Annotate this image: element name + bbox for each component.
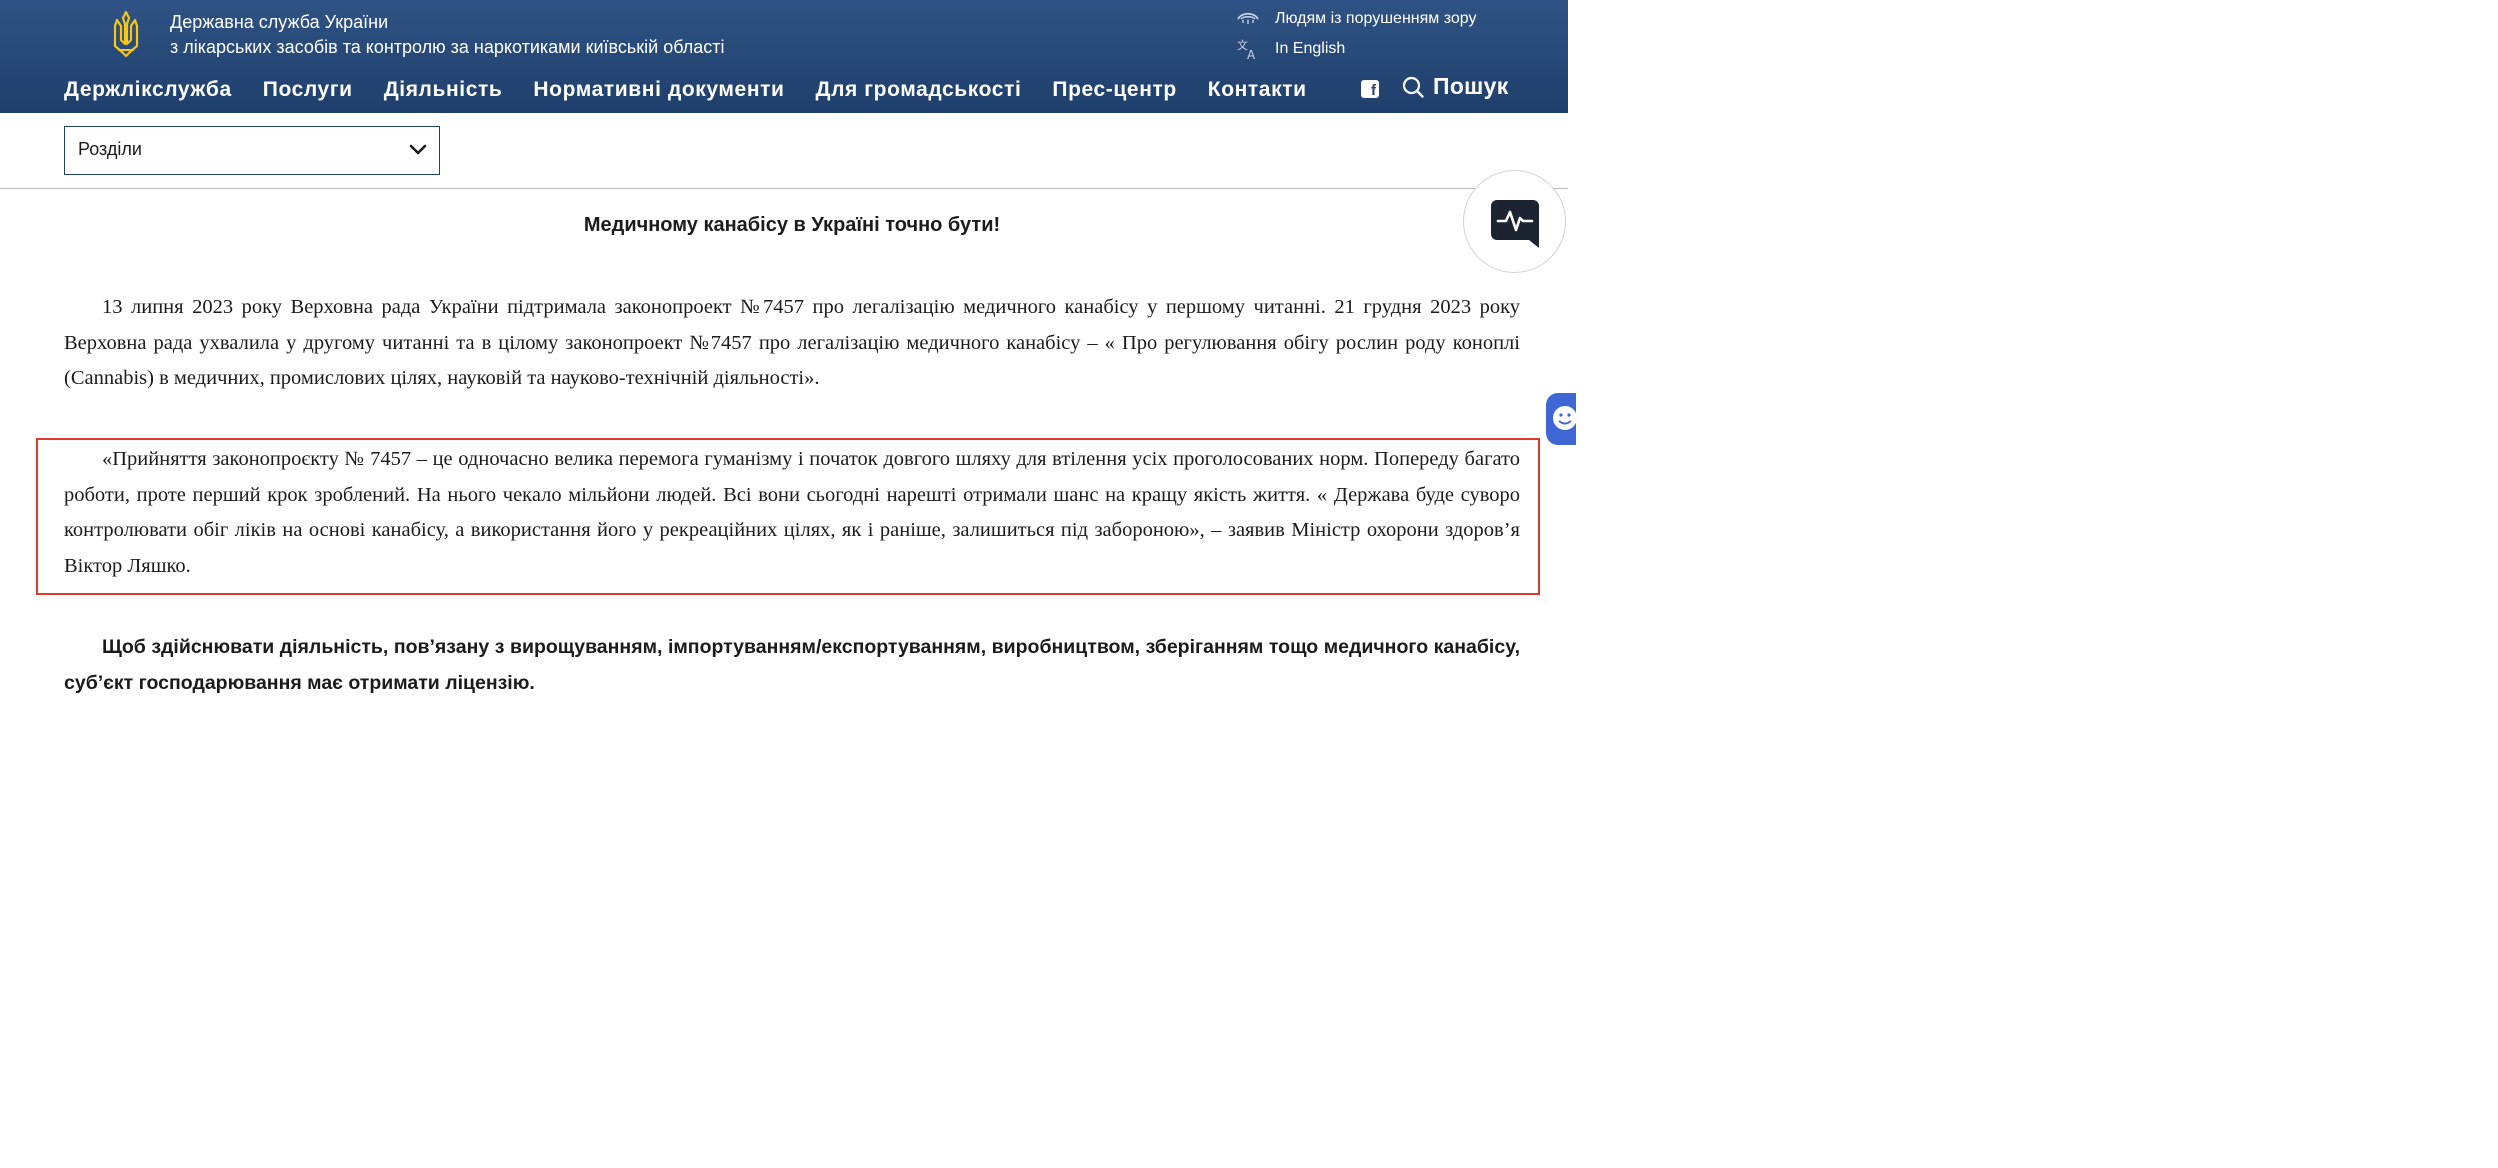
eye-icon [1237,12,1259,24]
search-icon [1402,76,1424,98]
nav-item-regulatory-documents[interactable]: Нормативні документи [533,78,784,102]
article-quote-paragraph: «Прийняття законопроєкту № 7457 – це одн… [64,448,1520,577]
org-title-line1: Державна служба України [170,12,389,32]
search-label: Пошук [1433,73,1509,99]
sections-dropdown[interactable]: Розділи [64,126,440,175]
smiley-icon [1553,406,1577,430]
org-title-line2: з лікарських засобів та контролю за нарк… [170,37,725,57]
article-paragraph-3: Щоб здійснювати діяльність, пов’язану з … [64,636,1520,694]
article-paragraph-1: 13 липня 2023 року Верховна рада України… [64,296,1520,389]
org-title[interactable]: Державна служба України з лікарських зас… [170,10,724,60]
nav-item-services[interactable]: Послуги [263,78,353,102]
site-header: Державна служба України з лікарських зас… [0,0,1568,113]
chevron-down-icon [409,144,427,155]
trident-coat-of-arms-icon[interactable] [108,10,144,58]
article-title: Медичному канабісу в Україні точно бути! [583,214,1001,236]
search-button[interactable]: Пошук [1402,73,1509,100]
vision-impaired-label: Людям із порушенням зору [1275,10,1477,27]
accessibility-side-tab[interactable] [1546,393,1577,445]
nav-item-derzhlikservice[interactable]: Держлікслужба [64,78,232,102]
english-version-link[interactable]: 文 A In English [1236,37,1345,61]
main-nav: Держлікслужба Послуги Діяльність Нормати… [64,78,1307,102]
vision-impaired-link[interactable]: Людям із порушенням зору [1236,7,1477,31]
nav-item-press-center[interactable]: Прес-центр [1052,78,1176,102]
nav-item-for-public[interactable]: Для громадськості [816,78,1022,102]
translate-icon: 文 A [1237,38,1256,60]
english-label: In English [1275,40,1346,57]
facebook-icon[interactable]: f [1361,80,1379,99]
sections-bar: Розділи [0,113,1568,189]
sections-dropdown-value: Розділи [78,139,142,159]
svg-text:A: A [1247,48,1256,60]
nav-item-contacts[interactable]: Контакти [1208,78,1307,102]
facebook-glyph: f [1371,82,1376,99]
nav-item-activity[interactable]: Діяльність [384,78,503,102]
